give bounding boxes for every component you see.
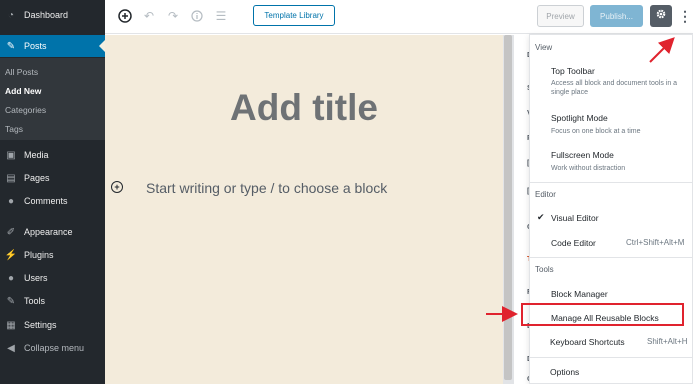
sidebar-item-label: Media bbox=[24, 150, 49, 160]
highlight-box bbox=[521, 303, 684, 326]
menu-group-view: View bbox=[535, 43, 553, 52]
sidebar-item-label: Comments bbox=[24, 196, 68, 206]
dashboard-icon: ◔ bbox=[7, 9, 15, 21]
sidebar-item-pages[interactable]: ▤ Pages bbox=[0, 167, 105, 189]
admin-sidebar: ◔ Dashboard ✎ Posts All Posts Add New Ca… bbox=[0, 0, 105, 384]
sidebar-item-label: Collapse menu bbox=[24, 343, 85, 353]
undo-icon[interactable]: ↶ bbox=[141, 8, 157, 24]
inline-add-block-icon[interactable]: + bbox=[111, 181, 123, 193]
menu-group-tools: Tools bbox=[535, 265, 554, 274]
menu-item-desc: Work without distraction bbox=[551, 165, 626, 172]
editor-scrollbar[interactable] bbox=[503, 35, 513, 384]
menu-item-desc: Focus on one block at a time bbox=[551, 128, 641, 135]
menu-group-editor: Editor bbox=[535, 190, 556, 199]
users-icon: ● bbox=[7, 272, 15, 284]
more-tools-menu: View Top Toolbar Access all block and do… bbox=[529, 34, 693, 384]
menu-separator bbox=[530, 357, 692, 358]
sidebar-collapse[interactable]: ◀ Collapse menu bbox=[0, 337, 105, 359]
menu-item-block-manager[interactable]: Block Manager bbox=[551, 289, 608, 299]
sidebar-item-label: Posts bbox=[24, 41, 47, 51]
block-placeholder[interactable]: Start writing or type / to choose a bloc… bbox=[146, 180, 387, 196]
editor-toolbar: ↶ ↷ ☰ Template Library Preview Publish..… bbox=[105, 0, 693, 34]
menu-item-spotlight-mode[interactable]: Spotlight Mode bbox=[551, 113, 608, 123]
menu-separator bbox=[530, 182, 692, 183]
media-icon: ▣ bbox=[6, 149, 16, 161]
submenu-all-posts[interactable]: All Posts bbox=[5, 67, 38, 77]
sidebar-item-tools[interactable]: ✎ Tools bbox=[0, 290, 105, 312]
posts-submenu: All Posts Add New Categories Tags bbox=[0, 58, 105, 140]
sidebar-item-label: Users bbox=[24, 273, 48, 283]
vertical-ellipsis-icon: ⋮ bbox=[678, 7, 692, 24]
sidebar-item-appearance[interactable]: ✐ Appearance bbox=[0, 221, 105, 243]
menu-item-shortcut: Ctrl+Shift+Alt+M bbox=[626, 238, 685, 247]
sidebar-item-label: Pages bbox=[24, 173, 50, 183]
editor-canvas[interactable]: Add title + Start writing or type / to c… bbox=[105, 35, 503, 384]
sidebar-item-comments[interactable]: ● Comments bbox=[0, 190, 105, 212]
settings-icon: ▦ bbox=[6, 319, 16, 331]
menu-item-shortcut: Shift+Alt+H bbox=[647, 337, 688, 346]
menu-item-top-toolbar[interactable]: Top Toolbar bbox=[551, 66, 595, 76]
menu-separator bbox=[530, 257, 692, 258]
more-tools-button[interactable]: ⋮ bbox=[677, 5, 693, 27]
preview-button[interactable]: Preview bbox=[537, 5, 584, 27]
menu-item-keyboard-shortcuts-row[interactable]: Keyboard Shortcuts bbox=[550, 337, 625, 347]
sidebar-item-settings[interactable]: ▦ Settings bbox=[0, 314, 105, 336]
menu-item-fullscreen-mode[interactable]: Fullscreen Mode bbox=[551, 150, 614, 160]
sidebar-item-label: Plugins bbox=[24, 250, 54, 260]
block-navigation-icon[interactable]: ☰ bbox=[213, 8, 229, 24]
sidebar-item-posts[interactable]: ✎ Posts bbox=[0, 35, 105, 57]
sidebar-item-dashboard[interactable]: ◔ Dashboard bbox=[0, 4, 105, 26]
pages-icon: ▤ bbox=[6, 172, 16, 184]
submenu-categories[interactable]: Categories bbox=[5, 105, 46, 115]
sidebar-item-label: Dashboard bbox=[24, 10, 69, 20]
appearance-icon: ✐ bbox=[6, 226, 16, 238]
checkmark-icon: ✔ bbox=[537, 212, 545, 222]
add-block-icon[interactable] bbox=[117, 8, 133, 24]
scrollbar-thumb[interactable] bbox=[504, 35, 512, 380]
editor-screen: ◔ Dashboard ✎ Posts All Posts Add New Ca… bbox=[0, 0, 693, 384]
plugins-icon: ⚡ bbox=[4, 249, 18, 261]
sidebar-item-label: Tools bbox=[24, 296, 46, 306]
menu-item-visual-editor[interactable]: Visual Editor bbox=[551, 213, 599, 223]
settings-gear-button[interactable] bbox=[650, 5, 672, 27]
template-library-button[interactable]: Template Library bbox=[253, 5, 335, 26]
sidebar-item-plugins[interactable]: ⚡ Plugins bbox=[0, 244, 105, 266]
comments-icon: ● bbox=[7, 195, 15, 207]
pin-icon: ✎ bbox=[6, 40, 16, 52]
sidebar-item-media[interactable]: ▣ Media bbox=[0, 144, 105, 166]
redo-icon[interactable]: ↷ bbox=[165, 8, 181, 24]
collapse-icon: ◀ bbox=[7, 342, 15, 354]
sidebar-item-users[interactable]: ● Users bbox=[0, 267, 105, 289]
sidebar-item-label: Appearance bbox=[24, 227, 73, 237]
info-icon[interactable] bbox=[189, 8, 205, 24]
submenu-add-new[interactable]: Add New bbox=[5, 86, 41, 96]
menu-item-code-editor[interactable]: Code Editor bbox=[551, 238, 596, 248]
post-title-placeholder[interactable]: Add title bbox=[105, 87, 503, 129]
gear-icon bbox=[655, 7, 667, 25]
wrench-icon: ✎ bbox=[6, 295, 16, 307]
menu-item-desc: Access all block and document tools in a… bbox=[551, 80, 678, 96]
menu-item-options[interactable]: Options bbox=[550, 367, 579, 377]
publish-button[interactable]: Publish... bbox=[590, 5, 643, 27]
submenu-tags[interactable]: Tags bbox=[5, 124, 23, 134]
sidebar-item-label: Settings bbox=[24, 320, 57, 330]
